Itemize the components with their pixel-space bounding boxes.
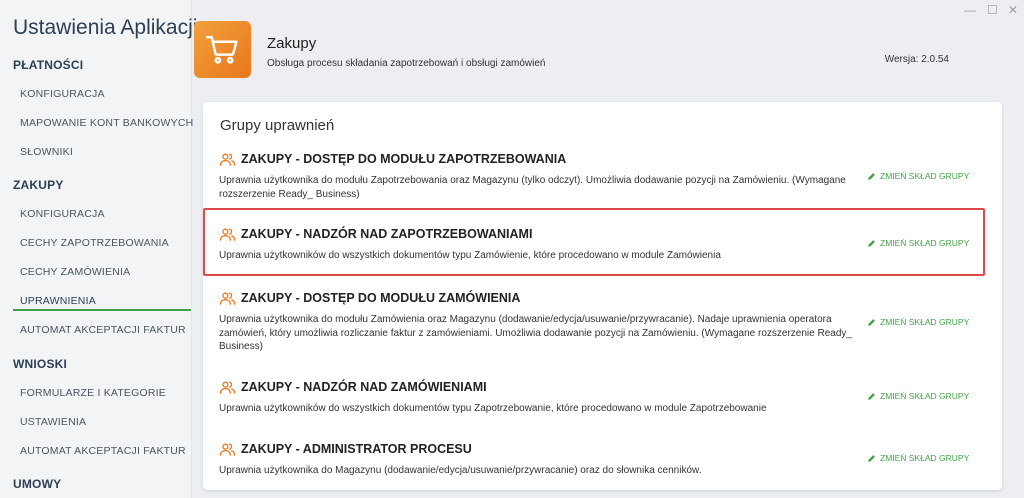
group-name: ZAKUPY - NADZÓR NAD ZAPOTRZEBOWANIAMI bbox=[241, 227, 533, 241]
pencil-icon bbox=[868, 318, 875, 326]
pencil-icon bbox=[868, 172, 875, 180]
module-logo bbox=[194, 21, 251, 78]
module-header: Zakupy Obsługa procesu składania zapotrz… bbox=[192, 0, 1024, 96]
edit-group-label: ZMIEŃ SKŁAD GRUPY bbox=[880, 171, 970, 181]
module-description: Obsługa procesu składania zapotrzebowań … bbox=[267, 58, 546, 69]
group-description: Uprawnia użytkownika do Magazynu (dodawa… bbox=[219, 465, 702, 476]
sidebar-section-platnosci: PŁATNOŚCI bbox=[13, 58, 84, 72]
edit-group-button[interactable]: ZMIEŃ SKŁAD GRUPY bbox=[867, 391, 969, 401]
minimize-icon[interactable]: — bbox=[964, 4, 976, 16]
sidebar-section-umowy: UMOWY bbox=[13, 477, 62, 491]
users-icon bbox=[219, 153, 236, 166]
sidebar-section-wnioski: WNIOSKI bbox=[13, 357, 68, 371]
group-name: ZAKUPY - NADZÓR NAD ZAMÓWIENIAMI bbox=[241, 380, 487, 394]
group-name: ZAKUPY - DOSTĘP DO MODUŁU ZAMÓWIENIA bbox=[241, 291, 521, 305]
edit-group-label: ZMIEŃ SKŁAD GRUPY bbox=[880, 453, 970, 463]
edit-group-label: ZMIEŃ SKŁAD GRUPY bbox=[880, 238, 970, 248]
users-icon bbox=[219, 443, 236, 456]
sidebar-item-automat-akceptacji-wnioski[interactable]: AUTOMAT AKCEPTACJI FAKTUR bbox=[20, 445, 186, 457]
app-title: Ustawienia Aplikacji bbox=[13, 16, 198, 39]
edit-group-button[interactable]: ZMIEŃ SKŁAD GRUPY bbox=[867, 238, 969, 248]
maximize-icon[interactable]: ☐ bbox=[987, 4, 998, 16]
edit-group-label: ZMIEŃ SKŁAD GRUPY bbox=[880, 391, 970, 401]
group-description: Uprawnia użytkowników do wszystkich doku… bbox=[219, 403, 767, 414]
users-icon bbox=[219, 292, 236, 305]
edit-group-button[interactable]: ZMIEŃ SKŁAD GRUPY bbox=[867, 317, 969, 327]
sidebar-item-platnosci-konfiguracja[interactable]: KONFIGURACJA bbox=[20, 88, 105, 100]
edit-group-label: ZMIEŃ SKŁAD GRUPY bbox=[880, 317, 970, 327]
group-description: Uprawnia użytkownika do modułu Zamówieni… bbox=[219, 314, 852, 352]
version-label: Wersja: 2.0.54 bbox=[884, 54, 949, 65]
active-indicator bbox=[13, 309, 191, 311]
close-icon[interactable]: ✕ bbox=[1008, 4, 1018, 16]
edit-group-button[interactable]: ZMIEŃ SKŁAD GRUPY bbox=[867, 453, 969, 463]
sidebar-item-uprawnienia[interactable]: UPRAWNIENIA bbox=[20, 295, 96, 307]
sidebar-item-formularze[interactable]: FORMULARZE I KATEGORIE bbox=[20, 387, 166, 399]
edit-group-button[interactable]: ZMIEŃ SKŁAD GRUPY bbox=[867, 171, 969, 181]
pencil-icon bbox=[868, 392, 875, 400]
group-name: ZAKUPY - DOSTĘP DO MODUŁU ZAPOTRZEBOWANI… bbox=[241, 152, 567, 166]
sidebar-item-cechy-zapotrzebowania[interactable]: CECHY ZAPOTRZEBOWANIA bbox=[20, 237, 169, 249]
sidebar-item-cechy-zamowienia[interactable]: CECHY ZAMÓWIENIA bbox=[20, 266, 130, 278]
sidebar-section-zakupy: ZAKUPY bbox=[13, 178, 64, 192]
sidebar: Ustawienia Aplikacji PŁATNOŚCI KONFIGURA… bbox=[0, 0, 197, 498]
users-icon bbox=[219, 381, 236, 394]
shopping-cart-icon bbox=[205, 35, 238, 64]
users-icon bbox=[219, 228, 236, 241]
module-title: Zakupy bbox=[267, 35, 317, 52]
pencil-icon bbox=[868, 454, 875, 462]
pencil-icon bbox=[868, 239, 875, 247]
sidebar-item-zakupy-konfiguracja[interactable]: KONFIGURACJA bbox=[20, 208, 105, 220]
sidebar-item-automat-akceptacji-zakupy[interactable]: AUTOMAT AKCEPTACJI FAKTUR bbox=[20, 324, 186, 336]
sidebar-item-mapowanie-kont[interactable]: MAPOWANIE KONT BANKOWYCH bbox=[20, 117, 193, 129]
sidebar-item-ustawienia[interactable]: USTAWIENIA bbox=[20, 416, 86, 428]
sidebar-item-slowniki[interactable]: SŁOWNIKI bbox=[20, 146, 73, 158]
permission-groups-card: Grupy uprawnień ZAKUPY - DOSTĘP DO MODUŁ… bbox=[203, 102, 1002, 490]
group-name: ZAKUPY - ADMINISTRATOR PROCESU bbox=[241, 442, 472, 456]
group-description: Uprawnia użytkownika do modułu Zapotrzeb… bbox=[219, 175, 846, 200]
card-title: Grupy uprawnień bbox=[220, 117, 335, 134]
group-description: Uprawnia użytkowników do wszystkich doku… bbox=[219, 250, 721, 261]
